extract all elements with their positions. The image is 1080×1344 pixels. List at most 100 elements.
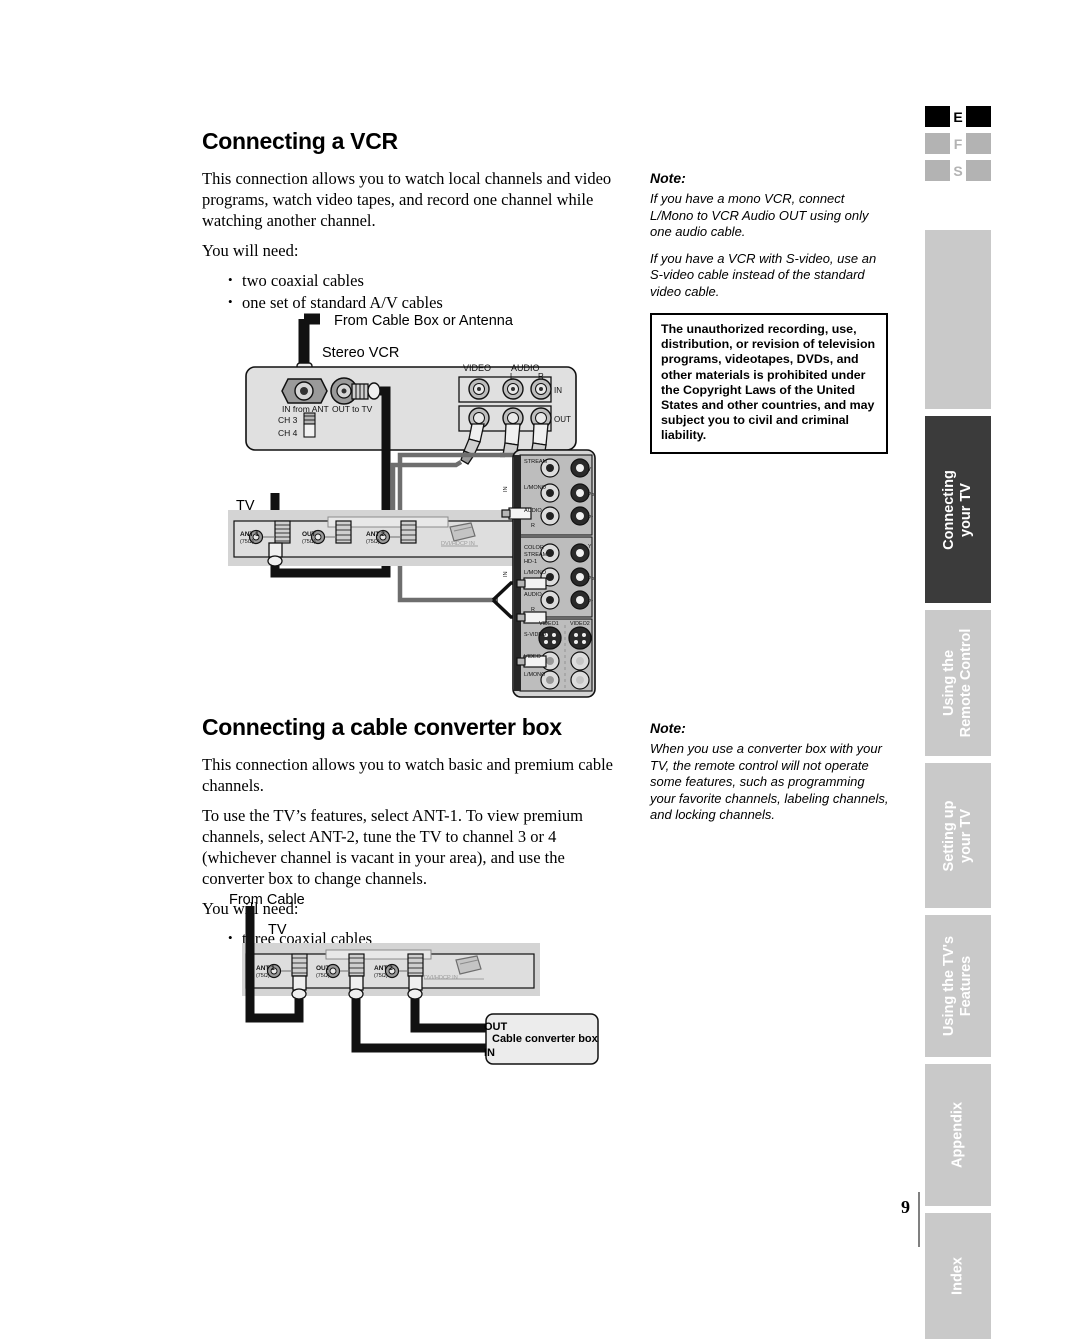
svg-text:L/MONO: L/MONO	[524, 570, 547, 576]
sidebar-item-using-the-tvs-features-label: Using the TV's Features	[941, 936, 975, 1036]
svg-text:COLOR: COLOR	[524, 545, 544, 551]
svg-text:OUT: OUT	[302, 531, 316, 538]
section-1-paragraph-2: You will need:	[202, 241, 299, 260]
language-tab-e[interactable]: E	[925, 106, 991, 127]
tab-line-2: your TV	[958, 808, 974, 863]
svg-text:R: R	[531, 523, 535, 529]
page-title: Connecting a VCR	[202, 128, 398, 154]
sidebar-item-introduction[interactable]	[925, 230, 991, 409]
tab-line-1: Using the	[941, 649, 957, 717]
language-tab-s[interactable]: S	[925, 160, 991, 181]
sidebar-item-appendix-label: Appendix	[949, 1101, 966, 1169]
tab-line-2: Remote Control	[958, 628, 974, 738]
copyright-notice-box: The unauthorized recording, use, distrib…	[650, 313, 888, 454]
figure-converter-label-from-cable: From Cable	[229, 892, 305, 908]
note-2: Note: When you use a converter box with …	[650, 720, 890, 834]
note-2-title: Note:	[650, 720, 686, 736]
language-tab-e-label: E	[953, 108, 963, 125]
svg-text:OUT: OUT	[316, 965, 330, 972]
sidebar-item-connecting-your-tv[interactable]: Connecting your TV	[925, 416, 991, 603]
sidebar-item-index-label: Index	[949, 1257, 966, 1295]
svg-text:ANT 1: ANT 1	[240, 531, 259, 538]
svg-text:R: R	[538, 372, 544, 381]
svg-text:STREAM: STREAM	[524, 459, 548, 465]
svg-text:STREAM: STREAM	[524, 552, 548, 558]
sidebar-tab-rail: E F S Connecting your TV Using the Remote …	[925, 106, 995, 1339]
svg-text:AUDIO: AUDIO	[524, 592, 542, 598]
note-1-paragraph-2: If you have a VCR with S-video, use an S…	[650, 250, 877, 299]
svg-text:L: L	[510, 372, 515, 381]
svg-text:(75Ω): (75Ω)	[302, 539, 316, 545]
svg-text:AUDIO: AUDIO	[511, 363, 540, 373]
svg-text:VIDEO: VIDEO	[524, 654, 541, 660]
svg-text:VIDEO: VIDEO	[463, 363, 491, 373]
note-2-paragraph-1: When you use a converter box with your T…	[650, 741, 889, 822]
section-2-paragraph-2: To use the TV’s features, select ANT-1. …	[202, 806, 583, 888]
svg-text:CH 4: CH 4	[278, 428, 298, 438]
svg-text:VIDEO1: VIDEO1	[539, 621, 559, 627]
section-2-paragraph-1: This connection allows you to watch basi…	[202, 755, 614, 795]
page-number: 9	[901, 1197, 910, 1217]
svg-text:(75Ω): (75Ω)	[366, 539, 380, 545]
svg-text:CH 3: CH 3	[278, 415, 298, 425]
note-1-paragraph-1: If you have a mono VCR, connect L/Mono t…	[650, 191, 869, 239]
language-tab-s-label: S	[953, 162, 963, 179]
converter-box-in-label: IN	[484, 1047, 495, 1059]
svg-text:IN: IN	[503, 571, 509, 577]
svg-text:DVI/HDCP IN: DVI/HDCP IN	[424, 975, 458, 981]
figure-converter-label-tv: TV	[268, 922, 287, 938]
svg-text:R: R	[531, 607, 535, 613]
svg-text:HD-1: HD-1	[524, 559, 537, 565]
language-tab-s-block-left	[925, 160, 950, 181]
svg-text:DVI/HDCP IN: DVI/HDCP IN	[441, 541, 475, 547]
figure-vcr-connection: STREAM L/MONO AUDIO R COLOR STREAM HD-1 …	[228, 305, 598, 705]
tab-line-2: your TV	[958, 482, 974, 537]
svg-text:Pb: Pb	[588, 492, 594, 498]
svg-text:AUDIO: AUDIO	[524, 508, 542, 514]
svg-text:(75Ω): (75Ω)	[256, 973, 270, 979]
list-item: two coaxial cables	[228, 269, 627, 292]
sidebar-item-setting-up-your-tv-label: Setting up your TV	[941, 800, 975, 871]
svg-text:ANT 2: ANT 2	[374, 965, 393, 972]
tab-line-1: Connecting	[941, 469, 957, 550]
language-tab-f-label: F	[953, 135, 963, 152]
note-1-title: Note:	[650, 170, 686, 186]
tab-line-2: Features	[958, 955, 974, 1017]
svg-text:IN: IN	[554, 386, 562, 395]
svg-text:Pr: Pr	[588, 599, 593, 605]
language-tabs: E F S	[925, 106, 991, 181]
section-2-heading: Connecting a cable converter box	[202, 714, 562, 740]
sidebar-item-using-the-remote-control[interactable]: Using the Remote Control	[925, 610, 991, 756]
svg-text:Pb: Pb	[588, 576, 594, 582]
converter-box-out-label: OUT	[484, 1021, 508, 1033]
page-number-rule	[918, 1192, 920, 1247]
svg-text:OUT: OUT	[554, 415, 571, 424]
svg-text:OUT to TV: OUT to TV	[332, 404, 373, 414]
sidebar-item-connecting-your-tv-label: Connecting your TV	[941, 470, 975, 550]
language-tab-f[interactable]: F	[925, 133, 991, 154]
sidebar-item-setting-up-your-tv[interactable]: Setting up your TV	[925, 763, 991, 908]
sidebar-item-index[interactable]: Index	[925, 1213, 991, 1339]
section-1-paragraph-1: This connection allows you to watch loca…	[202, 169, 612, 230]
copyright-notice-text: The unauthorized recording, use, distrib…	[661, 322, 876, 443]
language-tab-f-block-right	[966, 133, 991, 154]
note-1: Note: If you have a mono VCR, connect L/…	[650, 170, 890, 310]
sidebar-item-appendix[interactable]: Appendix	[925, 1064, 991, 1206]
section-1-text: Connecting a VCR This connection allows …	[202, 128, 627, 314]
svg-text:(75Ω): (75Ω)	[374, 973, 388, 979]
sidebar-item-using-the-tvs-features[interactable]: Using the TV's Features	[925, 915, 991, 1057]
svg-text:(75Ω): (75Ω)	[316, 973, 330, 979]
language-tab-s-block-right	[966, 160, 991, 181]
svg-text:IN: IN	[503, 486, 509, 492]
language-tab-e-block-left	[925, 106, 950, 127]
svg-text:IN from ANT: IN from ANT	[282, 404, 329, 414]
converter-box-name: Cable converter box	[492, 1033, 598, 1045]
figure-vcr-label-device: Stereo VCR	[322, 345, 400, 361]
svg-text:L/MONO: L/MONO	[524, 485, 547, 491]
svg-text:VIDEO2: VIDEO2	[570, 621, 590, 627]
svg-text:ANT 2: ANT 2	[366, 531, 385, 538]
svg-text:Pr: Pr	[588, 515, 593, 521]
language-tab-f-block-left	[925, 133, 950, 154]
sidebar-item-using-the-remote-control-label: Using the Remote Control	[941, 629, 975, 738]
language-tab-e-block-right	[966, 106, 991, 127]
